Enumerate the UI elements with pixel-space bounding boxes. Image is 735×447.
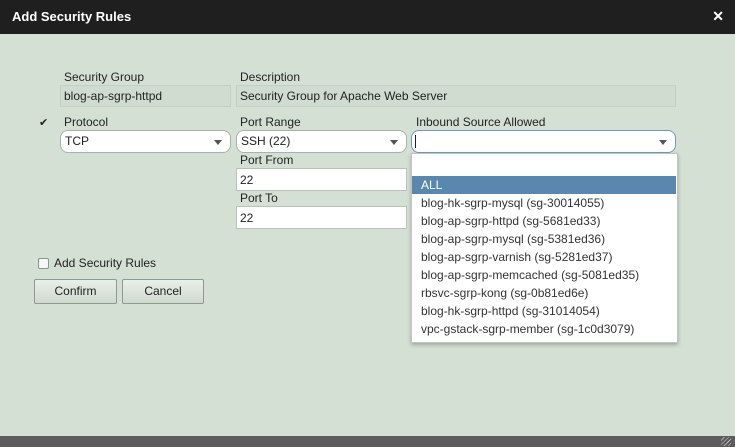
add-security-rules-checkbox[interactable] <box>38 258 49 269</box>
dropdown-option[interactable]: ALL <box>412 176 676 194</box>
title-bar: Add Security Rules ✕ <box>0 0 735 34</box>
port-from-input[interactable] <box>236 168 407 191</box>
close-icon[interactable]: ✕ <box>712 8 724 25</box>
security-group-label: Security Group <box>64 70 145 84</box>
protocol-label: Protocol <box>64 115 109 129</box>
dropdown-option[interactable]: blog-ap-sgrp-mysql (sg-5381ed36) <box>412 230 676 248</box>
text-caret <box>415 135 416 148</box>
protocol-value: TCP <box>65 134 89 148</box>
add-security-rules-label: Add Security Rules <box>54 256 157 270</box>
inbound-source-label: Inbound Source Allowed <box>416 115 546 129</box>
window-title: Add Security Rules <box>12 9 132 24</box>
dialog-body: Security Group blog-ap-sgrp-httpd Descri… <box>0 34 735 436</box>
dropdown-option[interactable] <box>412 158 676 176</box>
chevron-down-icon <box>390 140 398 145</box>
chevron-down-icon <box>214 140 222 145</box>
port-range-label: Port Range <box>240 115 301 129</box>
dropdown-option[interactable]: blog-ap-sgrp-varnish (sg-5281ed37) <box>412 248 676 266</box>
inbound-source-dropdown: ALL blog-hk-sgrp-mysql (sg-30014055) blog-… <box>411 153 678 343</box>
inbound-source-combobox[interactable] <box>411 130 676 153</box>
status-bar <box>0 436 735 447</box>
dropdown-option[interactable]: blog-hk-sgrp-httpd (sg-31014054) <box>412 302 676 320</box>
dropdown-option[interactable]: blog-ap-sgrp-httpd (sg-5681ed33) <box>412 212 676 230</box>
confirm-button[interactable]: Confirm <box>34 279 117 304</box>
dropdown-option[interactable]: blog-hk-sgrp-mysql (sg-30014055) <box>412 194 676 212</box>
description-label: Description <box>240 70 301 84</box>
port-to-label: Port To <box>240 191 278 205</box>
resize-grip-icon[interactable] <box>721 437 731 446</box>
port-range-value: SSH (22) <box>241 134 291 148</box>
dropdown-option[interactable]: blog-ap-sgrp-memcached (sg-5081ed35) <box>412 266 676 284</box>
dropdown-option[interactable]: vpc-gstack-sgrp-member (sg-1c0d3079) <box>412 320 676 338</box>
rule-checkbox[interactable]: ✔ <box>38 117 49 130</box>
dropdown-option[interactable]: rbsvc-sgrp-kong (sg-0b81ed6e) <box>412 284 676 302</box>
port-range-select[interactable]: SSH (22) <box>236 130 407 153</box>
check-icon: ✔ <box>39 117 49 129</box>
description-field: Security Group for Apache Web Server <box>236 85 676 107</box>
protocol-select[interactable]: TCP <box>60 130 231 153</box>
security-group-field: blog-ap-sgrp-httpd <box>60 85 231 107</box>
port-to-input[interactable] <box>236 206 407 229</box>
chevron-down-icon <box>659 140 667 145</box>
port-from-label: Port From <box>240 153 294 167</box>
cancel-button[interactable]: Cancel <box>122 279 204 304</box>
